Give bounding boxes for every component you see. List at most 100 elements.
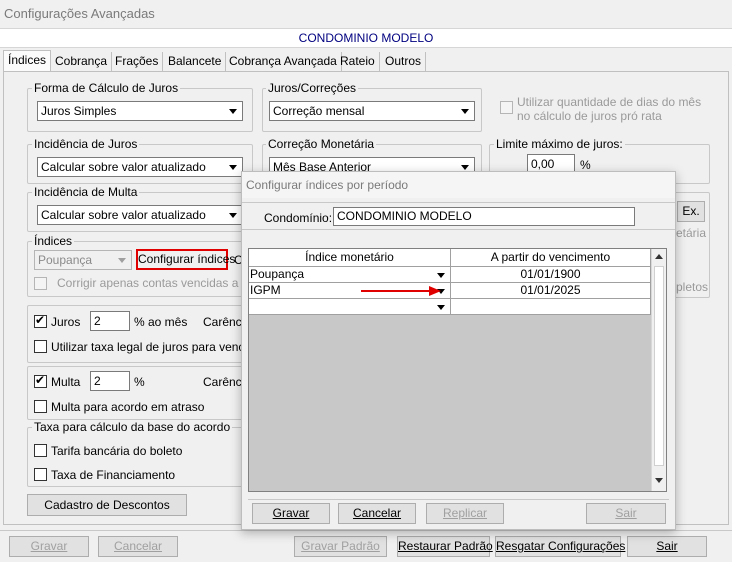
footer-restaurar-padrao-button[interactable]: Restaurar Padrão: [397, 536, 493, 557]
tab-outros[interactable]: Outros: [381, 52, 427, 71]
footer-restaurar-padrao-label: Restaurar Padrão: [398, 539, 493, 553]
grid-row3-indice[interactable]: [249, 299, 451, 315]
limite-juros-unit: %: [580, 158, 591, 172]
dialog-replicar-label: Replicar: [442, 506, 487, 520]
utilizar-qtd-dias-line1: Utilizar quantidade de dias do mês: [517, 95, 702, 109]
multa-input[interactable]: 2: [90, 371, 130, 391]
financiamento-label: Taxa de Financiamento: [51, 468, 176, 482]
dialog-title: Configurar índices por período: [246, 178, 409, 192]
limite-juros-label: Limite máximo de juros:: [494, 137, 625, 151]
incidencia-multa-select[interactable]: Calcular sobre valor atualizado: [37, 205, 243, 225]
grid-row2-indice-text: IGPM: [250, 283, 281, 297]
juros-checkbox[interactable]: [34, 313, 47, 328]
incidencia-juros-label: Incidência de Juros: [32, 137, 140, 151]
window-title: Configurações Avançadas: [4, 6, 155, 21]
indices-value: Poupança: [38, 253, 93, 267]
scroll-up-icon[interactable]: [655, 254, 663, 259]
pletos-text: pletos: [676, 280, 709, 294]
corrigir-label: Corrigir apenas contas vencidas a mais: [57, 276, 268, 290]
scroll-thumb[interactable]: [654, 266, 664, 466]
utilizar-qtd-dias-checkbox[interactable]: [500, 101, 513, 114]
grid-header-indice: Índice monetário: [249, 249, 451, 267]
incidencia-multa-label: Incidência de Multa: [32, 185, 140, 199]
dialog-condominio-row: Condomínio: CONDOMINIO MODELO: [242, 202, 675, 230]
footer-cancelar-button[interactable]: Cancelar: [98, 536, 178, 557]
juros-input[interactable]: 2: [90, 311, 130, 331]
grid-header-data: A partir do vencimento: [451, 249, 651, 267]
forma-calculo-select[interactable]: Juros Simples: [37, 101, 243, 121]
footer-resgatar-button[interactable]: Resgatar Configurações: [495, 536, 625, 557]
multa-acordo-label: Multa para acordo em atraso: [51, 400, 205, 414]
footer-sair-label: Sair: [656, 539, 678, 553]
etaria-text: etária: [676, 226, 707, 240]
multa-checkbox[interactable]: [34, 373, 47, 388]
grid-row1-data[interactable]: 01/01/1900: [451, 267, 651, 283]
juros-label: Juros: [51, 315, 81, 329]
taxa-base-label: Taxa para cálculo da base do acordo: [32, 420, 233, 434]
indices-select[interactable]: Poupança: [34, 250, 132, 270]
dialog-cancelar-label: Cancelar: [352, 506, 402, 520]
chevron-down-icon: [457, 103, 473, 119]
incidencia-juros-value: Calcular sobre valor atualizado: [41, 160, 206, 174]
chevron-down-icon: [114, 252, 130, 268]
tab-rateio[interactable]: Rateio: [336, 52, 380, 71]
scroll-down-icon[interactable]: [655, 478, 663, 483]
dialog-titlebar: Configurar índices por período: [242, 172, 675, 198]
multa-label: Multa: [51, 375, 81, 389]
financiamento-checkbox[interactable]: [34, 468, 47, 481]
dialog-sair-label: Sair: [615, 506, 637, 520]
footer-gravar-padrao-button[interactable]: Gravar Padrão: [294, 536, 387, 557]
grid-row2-data[interactable]: 01/01/2025: [451, 283, 651, 299]
tab-cobranca[interactable]: Cobrança: [51, 52, 113, 71]
utilizar-qtd-dias-line2: no cálculo de juros pró rata: [517, 109, 662, 123]
incidencia-multa-value: Calcular sobre valor atualizado: [41, 208, 206, 222]
tab-balancete[interactable]: Balancete: [164, 52, 227, 71]
dialog-condominio-input[interactable]: CONDOMINIO MODELO: [333, 207, 635, 226]
corrigir-checkbox[interactable]: [34, 277, 47, 290]
red-arrow-annotation: [361, 286, 441, 296]
forma-calculo-value: Juros Simples: [41, 104, 117, 118]
footer-gravar-label: Gravar: [30, 539, 68, 553]
tarifa-label: Tarifa bancária do boleto: [51, 444, 183, 458]
taxa-legal-checkbox[interactable]: [34, 340, 47, 353]
chevron-down-icon: [225, 159, 241, 175]
juros-unit: % ao mês: [134, 315, 188, 329]
multa-acordo-checkbox[interactable]: [34, 400, 47, 413]
chevron-down-icon[interactable]: [434, 300, 448, 314]
tab-indices[interactable]: Índices: [3, 50, 52, 72]
dialog-cancelar-button[interactable]: Cancelar: [338, 503, 416, 524]
grid-row1-indice[interactable]: Poupança: [249, 267, 451, 283]
cadastro-descontos-button[interactable]: Cadastro de Descontos: [27, 494, 187, 516]
grid-row1-indice-text: Poupança: [250, 267, 305, 281]
juros-group: [27, 305, 253, 363]
ex-button[interactable]: Ex.: [677, 201, 705, 222]
chevron-down-icon: [225, 207, 241, 223]
indices-label: Índices: [32, 234, 75, 248]
chevron-down-icon[interactable]: [434, 268, 448, 282]
taxa-legal-label: Utilizar taxa legal de juros para vencim…: [51, 340, 264, 354]
tab-cobranca-avancada[interactable]: Cobrança Avançada: [225, 52, 342, 71]
tarifa-checkbox[interactable]: [34, 444, 47, 457]
configurar-indices-button[interactable]: Configurar índices: [136, 249, 235, 270]
grid-row3-data[interactable]: [451, 299, 651, 315]
incidencia-juros-select[interactable]: Calcular sobre valor atualizado: [37, 157, 243, 177]
forma-calculo-label: Forma de Cálculo de Juros: [32, 81, 181, 95]
dialog-gravar-label: Gravar: [272, 506, 310, 520]
dialog-gravar-button[interactable]: Gravar: [252, 503, 330, 524]
footer-sair-button[interactable]: Sair: [627, 536, 707, 557]
chevron-down-icon: [225, 103, 241, 119]
dialog-sair-button[interactable]: Sair: [586, 503, 666, 524]
dialog-replicar-button[interactable]: Replicar: [426, 503, 504, 524]
tab-fracoes[interactable]: Frações: [111, 52, 164, 71]
footer-gravar-button[interactable]: Gravar: [9, 536, 89, 557]
correcao-monetaria-label: Correção Monetária: [266, 137, 377, 151]
juros-correcoes-label: Juros/Correções: [266, 81, 359, 95]
footer-resgatar-label: Resgatar Configurações: [496, 539, 626, 553]
footer-divider: [0, 530, 732, 531]
header-title: CONDOMINIO MODELO: [298, 31, 434, 45]
juros-correcoes-select[interactable]: Correção mensal: [269, 101, 475, 121]
juros-correcoes-value: Correção mensal: [273, 104, 365, 118]
dialog-condominio-label: Condomínio:: [264, 211, 333, 225]
grid-scrollbar[interactable]: [651, 249, 666, 491]
header-bar: CONDOMINIO MODELO: [0, 28, 732, 48]
